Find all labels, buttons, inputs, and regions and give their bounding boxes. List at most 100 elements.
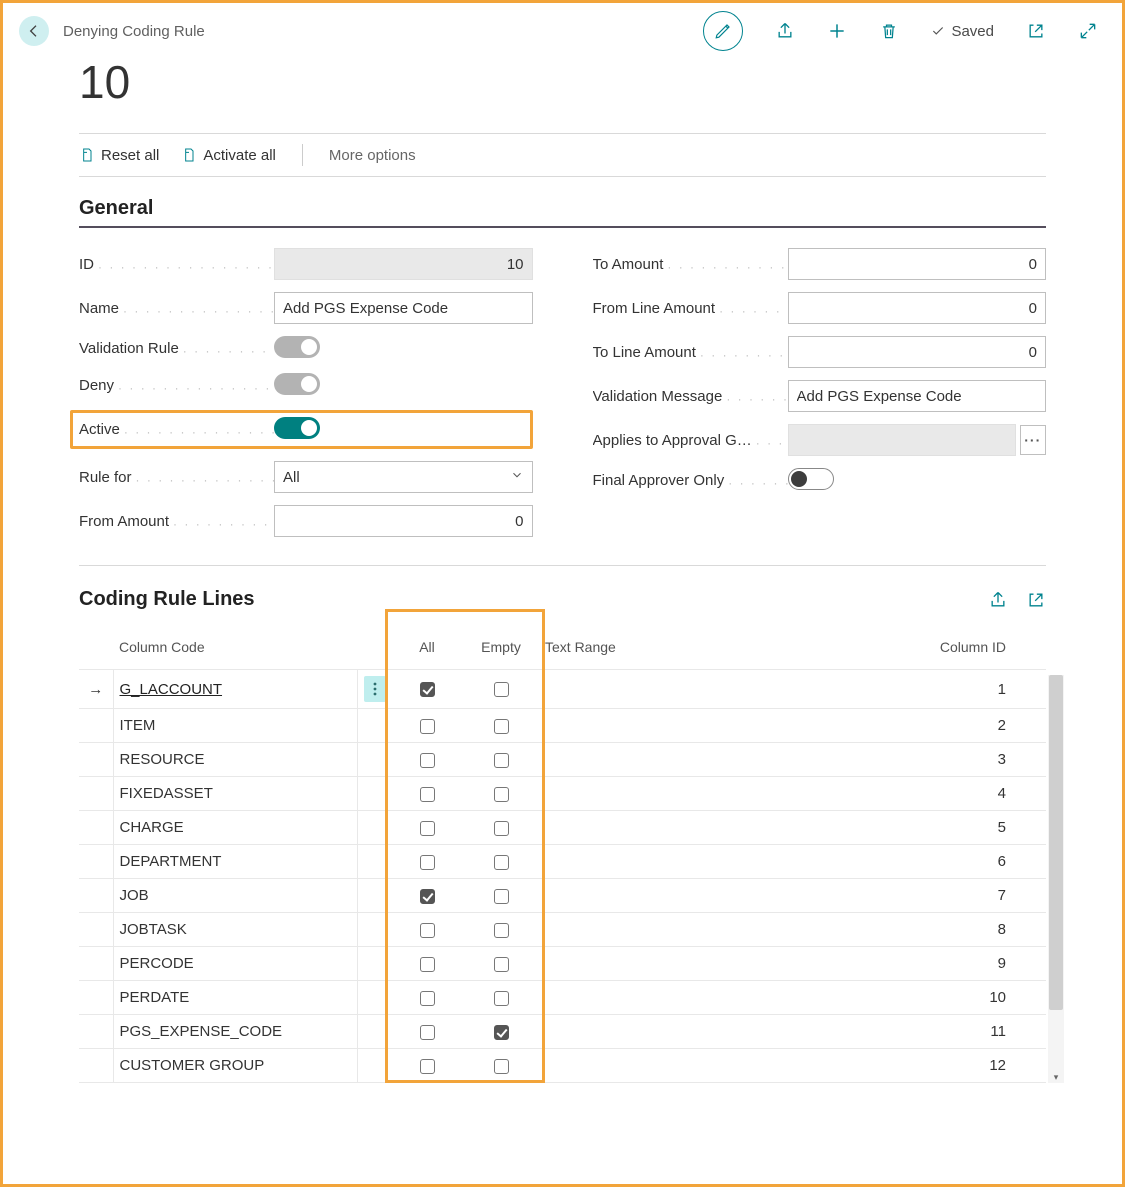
reset-all-button[interactable]: Reset all bbox=[79, 147, 159, 164]
col-header-code[interactable]: Column Code bbox=[113, 629, 357, 670]
general-left-column: ID Name Validation Rule Deny Active bbox=[79, 248, 533, 537]
table-row[interactable]: DEPARTMENT6 bbox=[79, 845, 1046, 879]
rule-for-select[interactable]: All bbox=[274, 461, 533, 493]
col-header-empty[interactable]: Empty bbox=[463, 629, 539, 670]
cell-empty-checkbox[interactable] bbox=[494, 753, 509, 768]
cell-text-range[interactable] bbox=[539, 1049, 858, 1083]
table-row[interactable]: CUSTOMER GROUP 12 bbox=[79, 1049, 1046, 1083]
cell-text-range[interactable] bbox=[539, 981, 858, 1015]
cell-all-checkbox[interactable] bbox=[420, 787, 435, 802]
table-scrollbar[interactable]: ▾ bbox=[1048, 675, 1064, 1083]
validation-message-input[interactable] bbox=[788, 380, 1047, 412]
cell-column-code[interactable]: CHARGE bbox=[120, 819, 184, 836]
cell-empty-checkbox[interactable] bbox=[494, 991, 509, 1006]
cell-all-checkbox[interactable] bbox=[420, 923, 435, 938]
validation-rule-toggle[interactable] bbox=[274, 336, 320, 358]
table-row[interactable]: CHARGE 5 bbox=[79, 811, 1046, 845]
cell-column-code[interactable]: PERCODE bbox=[120, 955, 194, 972]
back-button[interactable] bbox=[19, 16, 49, 46]
from-amount-input[interactable] bbox=[274, 505, 533, 537]
field-final-approver: Final Approver Only bbox=[593, 468, 1047, 493]
cell-empty-checkbox[interactable] bbox=[494, 889, 509, 904]
cell-text-range[interactable] bbox=[539, 670, 858, 709]
scrollbar-thumb[interactable] bbox=[1049, 675, 1063, 1010]
applies-to-label: Applies to Approval G… bbox=[593, 432, 788, 449]
table-row[interactable]: →G_LACCOUNT1 bbox=[79, 670, 1046, 709]
cell-empty-checkbox[interactable] bbox=[494, 719, 509, 734]
to-line-amount-input[interactable] bbox=[788, 336, 1047, 368]
cell-column-code[interactable]: JOB bbox=[120, 887, 149, 904]
cell-text-range[interactable] bbox=[539, 1015, 858, 1049]
table-row[interactable]: JOBTASK8 bbox=[79, 913, 1046, 947]
active-toggle[interactable] bbox=[274, 417, 320, 439]
cell-all-checkbox[interactable] bbox=[420, 991, 435, 1006]
cell-all-checkbox[interactable] bbox=[420, 821, 435, 836]
cell-column-code[interactable]: FIXEDASSET bbox=[120, 785, 213, 802]
cell-text-range[interactable] bbox=[539, 709, 858, 743]
table-row[interactable]: PERCODE9 bbox=[79, 947, 1046, 981]
cell-all-checkbox[interactable] bbox=[420, 719, 435, 734]
cell-text-range[interactable] bbox=[539, 743, 858, 777]
cell-empty-checkbox[interactable] bbox=[494, 1059, 509, 1074]
scrollbar-down-icon[interactable]: ▾ bbox=[1048, 1072, 1064, 1083]
col-header-column-id[interactable]: Column ID bbox=[858, 629, 1028, 670]
lines-popout-button[interactable] bbox=[1026, 590, 1046, 610]
edit-button[interactable] bbox=[703, 11, 743, 51]
more-options-button[interactable]: More options bbox=[329, 147, 416, 164]
lines-share-button[interactable] bbox=[988, 590, 1008, 610]
cell-empty-checkbox[interactable] bbox=[494, 923, 509, 938]
cell-text-range[interactable] bbox=[539, 845, 858, 879]
final-approver-toggle[interactable] bbox=[788, 468, 834, 490]
cell-empty-checkbox[interactable] bbox=[494, 1025, 509, 1040]
cell-empty-checkbox[interactable] bbox=[494, 821, 509, 836]
table-row[interactable]: ITEM2 bbox=[79, 709, 1046, 743]
cell-text-range[interactable] bbox=[539, 913, 858, 947]
from-amount-label: From Amount bbox=[79, 513, 274, 530]
cell-all-checkbox[interactable] bbox=[420, 957, 435, 972]
col-header-all[interactable]: All bbox=[391, 629, 463, 670]
cell-text-range[interactable] bbox=[539, 879, 858, 913]
name-input[interactable] bbox=[274, 292, 533, 324]
cell-text-range[interactable] bbox=[539, 947, 858, 981]
cell-column-code[interactable]: PERDATE bbox=[120, 989, 190, 1006]
new-button[interactable] bbox=[827, 21, 847, 41]
popout-button[interactable] bbox=[1026, 21, 1046, 41]
maximize-button[interactable] bbox=[1078, 21, 1098, 41]
cell-empty-checkbox[interactable] bbox=[494, 682, 509, 697]
cell-text-range[interactable] bbox=[539, 777, 858, 811]
table-row[interactable]: PERDATE10 bbox=[79, 981, 1046, 1015]
cell-all-checkbox[interactable] bbox=[420, 1025, 435, 1040]
cell-column-code[interactable]: G_LACCOUNT bbox=[120, 681, 223, 698]
cell-all-checkbox[interactable] bbox=[420, 889, 435, 904]
to-amount-input[interactable] bbox=[788, 248, 1047, 280]
deny-toggle[interactable] bbox=[274, 373, 320, 395]
table-row[interactable]: RESOURCE3 bbox=[79, 743, 1046, 777]
header-actions: Saved bbox=[703, 11, 1098, 51]
cell-column-code[interactable]: JOBTASK bbox=[120, 921, 187, 938]
cell-all-checkbox[interactable] bbox=[420, 753, 435, 768]
col-header-text-range[interactable]: Text Range bbox=[539, 629, 858, 670]
cell-empty-checkbox[interactable] bbox=[494, 787, 509, 802]
cell-all-checkbox[interactable] bbox=[420, 682, 435, 697]
table-row[interactable]: FIXEDASSET4 bbox=[79, 777, 1046, 811]
cell-all-checkbox[interactable] bbox=[420, 1059, 435, 1074]
from-line-amount-input[interactable] bbox=[788, 292, 1047, 324]
cell-column-id: 5 bbox=[858, 811, 1028, 845]
cell-column-code[interactable]: CUSTOMER GROUP bbox=[120, 1057, 265, 1074]
delete-button[interactable] bbox=[879, 21, 899, 41]
activate-all-button[interactable]: Activate all bbox=[181, 147, 276, 164]
cell-text-range[interactable] bbox=[539, 811, 858, 845]
row-more-button[interactable] bbox=[364, 676, 386, 702]
cell-column-code[interactable]: RESOURCE bbox=[120, 751, 205, 768]
table-row[interactable]: PGS_EXPENSE_CODE11 bbox=[79, 1015, 1046, 1049]
table-row[interactable]: JOB7 bbox=[79, 879, 1046, 913]
cell-all-checkbox[interactable] bbox=[420, 855, 435, 870]
cell-column-code[interactable]: PGS_EXPENSE_CODE bbox=[120, 1023, 283, 1040]
cell-column-id: 12 bbox=[858, 1049, 1028, 1083]
cell-empty-checkbox[interactable] bbox=[494, 957, 509, 972]
cell-empty-checkbox[interactable] bbox=[494, 855, 509, 870]
applies-to-lookup-button[interactable]: ··· bbox=[1020, 425, 1046, 455]
share-button[interactable] bbox=[775, 21, 795, 41]
cell-column-code[interactable]: DEPARTMENT bbox=[120, 853, 222, 870]
cell-column-code[interactable]: ITEM bbox=[120, 717, 156, 734]
